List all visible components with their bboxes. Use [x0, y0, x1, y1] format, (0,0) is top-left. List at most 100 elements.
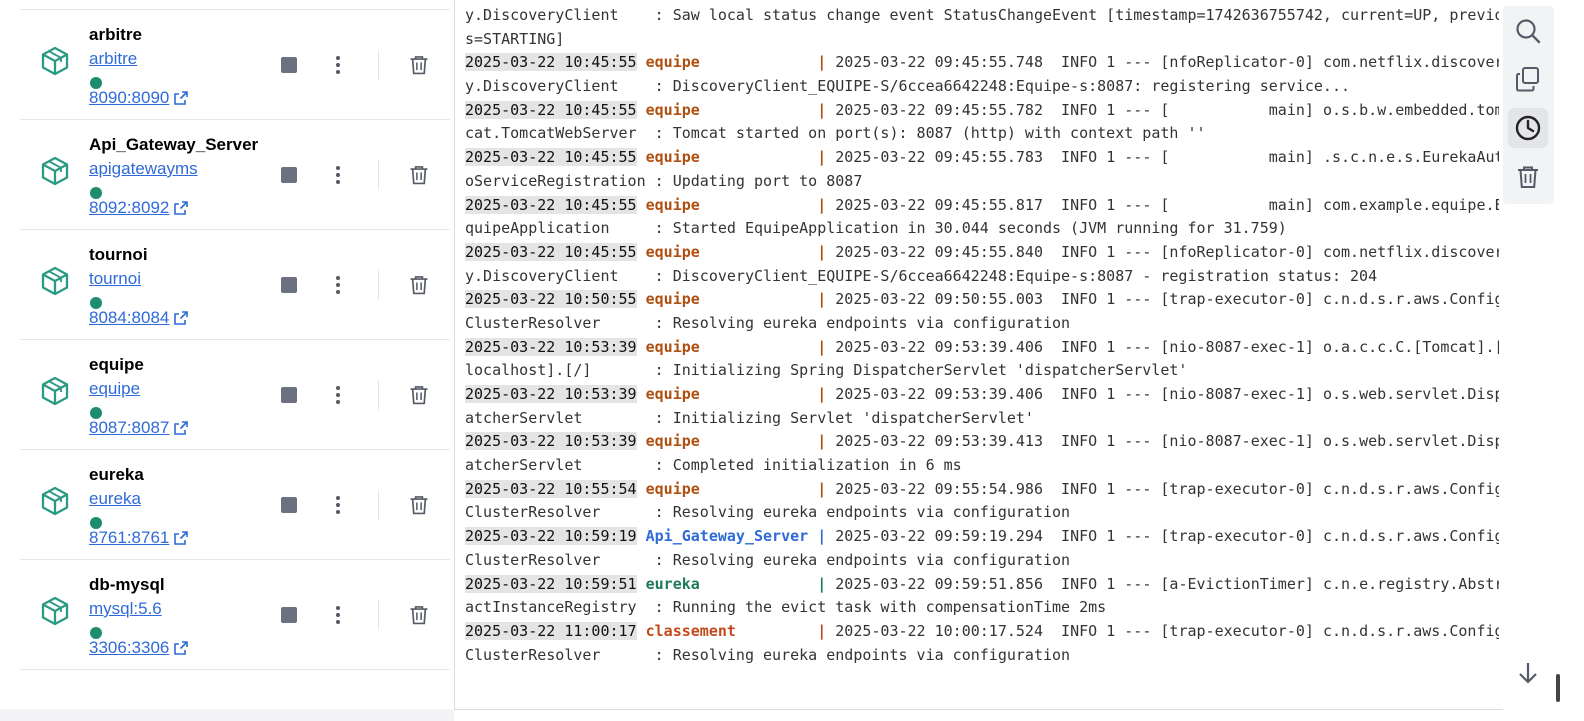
scroll-to-bottom-button[interactable]: [1514, 658, 1542, 688]
delete-button[interactable]: [408, 274, 430, 296]
log-message: 2025-03-22 09:45:55.783 INFO 1 --- [ mai…: [826, 148, 1499, 167]
log-line: oServiceRegistration : Updating port to …: [465, 170, 1499, 194]
more-actions-button[interactable]: [328, 494, 348, 516]
port-link[interactable]: 3306:3306: [89, 638, 189, 658]
more-actions-button[interactable]: [328, 164, 348, 186]
more-actions-button[interactable]: [328, 54, 348, 76]
container-row[interactable]: tournoi tournoi 8084:8084: [20, 230, 450, 340]
container-image-link[interactable]: arbitre: [89, 49, 137, 69]
port-mapping: 3306:3306: [89, 638, 170, 657]
delete-button[interactable]: [408, 54, 430, 76]
container-image-link[interactable]: apigatewayms: [89, 159, 198, 179]
stop-button[interactable]: [279, 165, 299, 185]
stop-button[interactable]: [279, 385, 299, 405]
log-timestamp: 2025-03-22 10:59:19: [465, 527, 637, 546]
timestamps-toggle[interactable]: [1508, 108, 1548, 148]
container-row[interactable]: arbitre arbitre 8090:8090: [20, 10, 450, 120]
clock-icon: [1515, 115, 1541, 141]
log-service-name: classement: [645, 621, 736, 640]
delete-button[interactable]: [408, 384, 430, 406]
container-list: arbitre arbitre 8090:8090 Api_Gateway_Serve…: [0, 0, 454, 721]
log-service-name: Api_Gateway_Server: [645, 527, 809, 546]
log-message: atcherServlet : Initializing Servlet 'di…: [465, 408, 1034, 427]
action-divider: [378, 270, 379, 300]
log-message: ClusterResolver : Resolving eureka endpo…: [465, 503, 1071, 522]
log-timestamp: 2025-03-22 10:55:54: [465, 479, 637, 498]
stop-icon: [281, 387, 297, 403]
log-padding: [700, 338, 817, 356]
action-divider: [378, 490, 379, 520]
container-row[interactable]: equipe equipe 8087:8087: [20, 340, 450, 450]
port-mapping: 8761:8761: [89, 528, 170, 547]
clear-logs-button[interactable]: [1508, 157, 1548, 197]
port-link[interactable]: 8087:8087: [89, 418, 189, 438]
log-separator: |: [817, 527, 827, 546]
log-service-name: equipe: [645, 290, 700, 309]
stop-button[interactable]: [279, 495, 299, 515]
log-message: ClusterResolver : Resolving eureka endpo…: [465, 550, 1071, 569]
copy-button[interactable]: [1508, 59, 1548, 99]
log-message: 2025-03-22 09:45:55.782 INFO 1 --- [ mai…: [826, 100, 1499, 119]
copy-icon: [1516, 67, 1539, 92]
port-link[interactable]: 8092:8092: [89, 198, 189, 218]
log-service-name: eureka: [645, 574, 700, 593]
container-image-link[interactable]: mysql:5.6: [89, 599, 162, 619]
log-line: 2025-03-22 10:45:55 equipe | 2025-03-22 …: [465, 99, 1499, 123]
log-message: actInstanceRegistry : Running the evict …: [465, 598, 1107, 617]
container-name: Api_Gateway_Server: [89, 135, 259, 154]
port-mapping: 8087:8087: [89, 418, 170, 437]
log-line: 2025-03-22 10:53:39 equipe | 2025-03-22 …: [465, 336, 1499, 360]
stop-button[interactable]: [279, 275, 299, 295]
log-message: atcherServlet : Completed initialization…: [465, 456, 962, 475]
port-link[interactable]: 8084:8084: [89, 308, 189, 328]
more-actions-button[interactable]: [328, 604, 348, 626]
log-line: 2025-03-22 10:50:55 equipe | 2025-03-22 …: [465, 288, 1499, 312]
stop-button[interactable]: [279, 605, 299, 625]
container-image-link[interactable]: eureka: [89, 489, 141, 509]
action-divider: [378, 50, 379, 80]
more-vertical-icon: [328, 276, 348, 300]
delete-button[interactable]: [408, 604, 430, 626]
log-message: 2025-03-22 10:00:17.524 INFO 1 --- [trap…: [826, 621, 1499, 640]
stop-button[interactable]: [279, 55, 299, 75]
more-vertical-icon: [328, 606, 348, 630]
delete-button[interactable]: [408, 164, 430, 186]
more-actions-button[interactable]: [328, 384, 348, 406]
log-line: 2025-03-22 10:45:55 equipe | 2025-03-22 …: [465, 51, 1499, 75]
log-message: 2025-03-22 09:53:39.413 INFO 1 --- [nio-…: [826, 432, 1499, 451]
search-button[interactable]: [1508, 11, 1548, 51]
log-line: ClusterResolver : Resolving eureka endpo…: [465, 501, 1499, 525]
log-separator: |: [817, 479, 827, 498]
log-line: 2025-03-22 10:59:51 eureka | 2025-03-22 …: [465, 573, 1499, 597]
container-row[interactable]: eureka eureka 8761:8761: [20, 450, 450, 560]
container-image-link[interactable]: tournoi: [89, 269, 141, 289]
trash-icon: [408, 496, 430, 520]
log-separator: |: [817, 432, 827, 451]
log-service-name: equipe: [645, 432, 700, 451]
container-row[interactable]: Api_Gateway_Server apigatewayms 8092:8092: [20, 120, 450, 230]
container-image-link[interactable]: equipe: [89, 379, 140, 399]
log-padding: [700, 243, 817, 261]
log-line: atcherServlet : Completed initialization…: [465, 454, 1499, 478]
log-service-name: equipe: [645, 479, 700, 498]
more-actions-button[interactable]: [328, 274, 348, 296]
log-message: 2025-03-22 09:59:51.856 INFO 1 --- [a-Ev…: [826, 574, 1499, 593]
more-vertical-icon: [328, 56, 348, 80]
delete-button[interactable]: [408, 494, 430, 516]
log-line: cat.TomcatWebServer : Tomcat started on …: [465, 122, 1499, 146]
log-line: actInstanceRegistry : Running the evict …: [465, 596, 1499, 620]
container-icon: [40, 156, 70, 186]
container-row[interactable]: db-mysql mysql:5.6 3306:3306: [20, 560, 450, 670]
log-padding: [700, 432, 817, 450]
log-message: s=STARTING]: [465, 29, 565, 48]
log-scrollbar[interactable]: [1556, 674, 1560, 702]
log-message: y.DiscoveryClient : Saw local status cha…: [465, 6, 1499, 24]
stop-icon: [281, 497, 297, 513]
external-link-icon: [173, 640, 189, 656]
stop-icon: [281, 57, 297, 73]
log-viewer[interactable]: y.DiscoveryClient : Saw local status cha…: [454, 0, 1503, 710]
port-link[interactable]: 8761:8761: [89, 528, 189, 548]
log-message: ClusterResolver : Resolving eureka endpo…: [465, 645, 1071, 664]
port-link[interactable]: 8090:8090: [89, 88, 189, 108]
log-padding: [736, 622, 817, 640]
